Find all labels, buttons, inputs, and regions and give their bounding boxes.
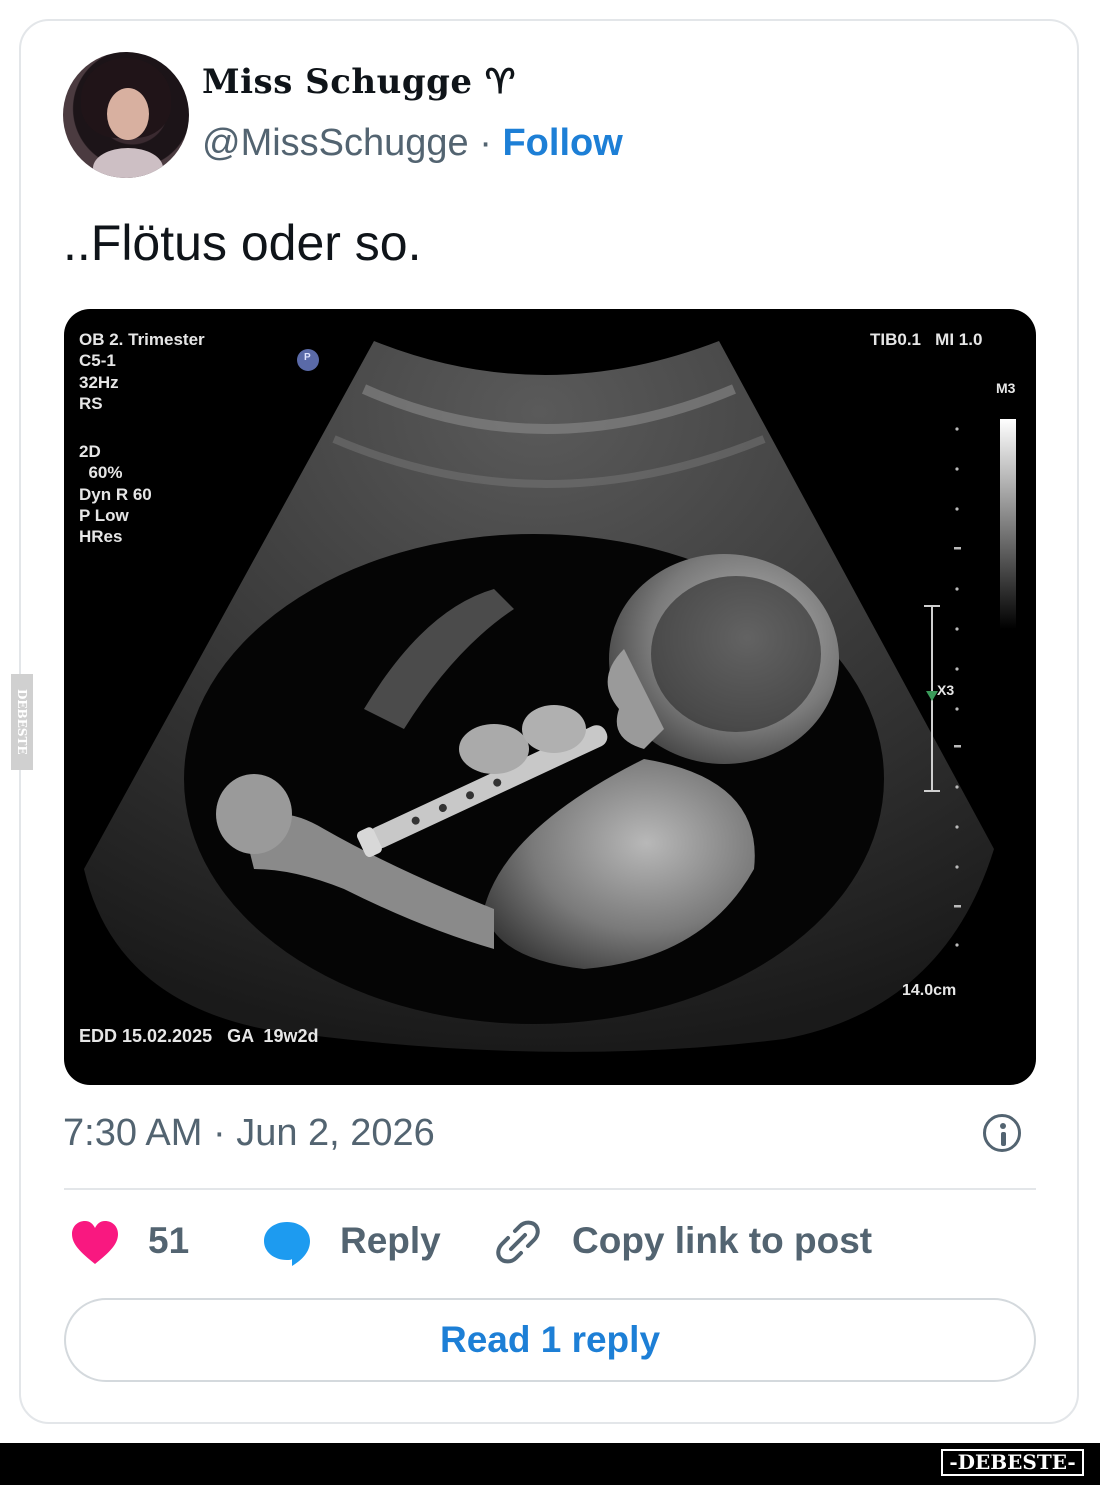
ultrasound-label-x3: X3 bbox=[937, 682, 955, 698]
reply-bubble-icon[interactable] bbox=[262, 1220, 312, 1268]
link-icon[interactable] bbox=[496, 1220, 540, 1264]
avatar-face bbox=[107, 88, 149, 140]
ultrasound-image bbox=[84, 341, 1016, 1052]
display-name[interactable]: Miss Schugge ♈︎ bbox=[202, 62, 516, 102]
ultrasound-label-m3: M3 bbox=[996, 380, 1016, 396]
copy-link-button[interactable]: Copy link to post bbox=[572, 1220, 872, 1262]
fetus-foot bbox=[216, 774, 292, 854]
avatar[interactable] bbox=[63, 52, 189, 178]
ultrasound-label-index: TIB0.1 MI 1.0 bbox=[870, 330, 983, 349]
ultrasound-label-depth: 14.0cm bbox=[902, 982, 957, 999]
ultrasound-label-dates: EDD 15.02.2025 GA 19w2d bbox=[79, 1026, 319, 1046]
actions-divider bbox=[64, 1188, 1036, 1190]
ultrasound-label-mode: 2D 60% Dyn R 60 P Low HRes bbox=[79, 442, 152, 546]
like-count[interactable]: 51 bbox=[148, 1220, 189, 1262]
follow-button[interactable]: Follow bbox=[502, 122, 622, 164]
fetus-skull-inner bbox=[651, 576, 821, 732]
heart-icon[interactable] bbox=[70, 1220, 120, 1266]
grayscale-bar bbox=[1000, 419, 1016, 629]
footer-watermark-logo: -DEBESTE- bbox=[941, 1449, 1084, 1476]
author-handle[interactable]: @MissSchugge bbox=[202, 122, 469, 164]
footer-bar bbox=[0, 1443, 1100, 1485]
handle-separator: · bbox=[468, 122, 503, 164]
ultrasound-label-settings: OB 2. Trimester C5-1 32Hz RS bbox=[79, 330, 205, 413]
fetus-hand bbox=[459, 724, 529, 774]
side-watermark: DEBESTE bbox=[11, 674, 33, 770]
author-handle-line: @MissSchugge · Follow bbox=[202, 122, 623, 165]
info-icon[interactable] bbox=[983, 1114, 1021, 1152]
reply-button[interactable]: Reply bbox=[340, 1220, 441, 1262]
read-replies-button[interactable]: Read 1 reply bbox=[64, 1298, 1036, 1382]
tweet-timestamp[interactable]: 7:30 AM · Jun 2, 2026 bbox=[63, 1112, 435, 1155]
tweet-media-ultrasound[interactable]: OB 2. Trimester C5-1 32Hz RS 2D 60% Dyn … bbox=[64, 309, 1036, 1085]
info-icon-bar bbox=[1000, 1132, 1006, 1146]
probe-marker-label: P bbox=[304, 352, 311, 363]
tweet-text: ..Flötus oder so. bbox=[63, 215, 422, 271]
fetus-hand bbox=[522, 705, 586, 753]
info-icon-dot bbox=[1000, 1123, 1006, 1129]
avatar-shoulder bbox=[93, 148, 163, 178]
